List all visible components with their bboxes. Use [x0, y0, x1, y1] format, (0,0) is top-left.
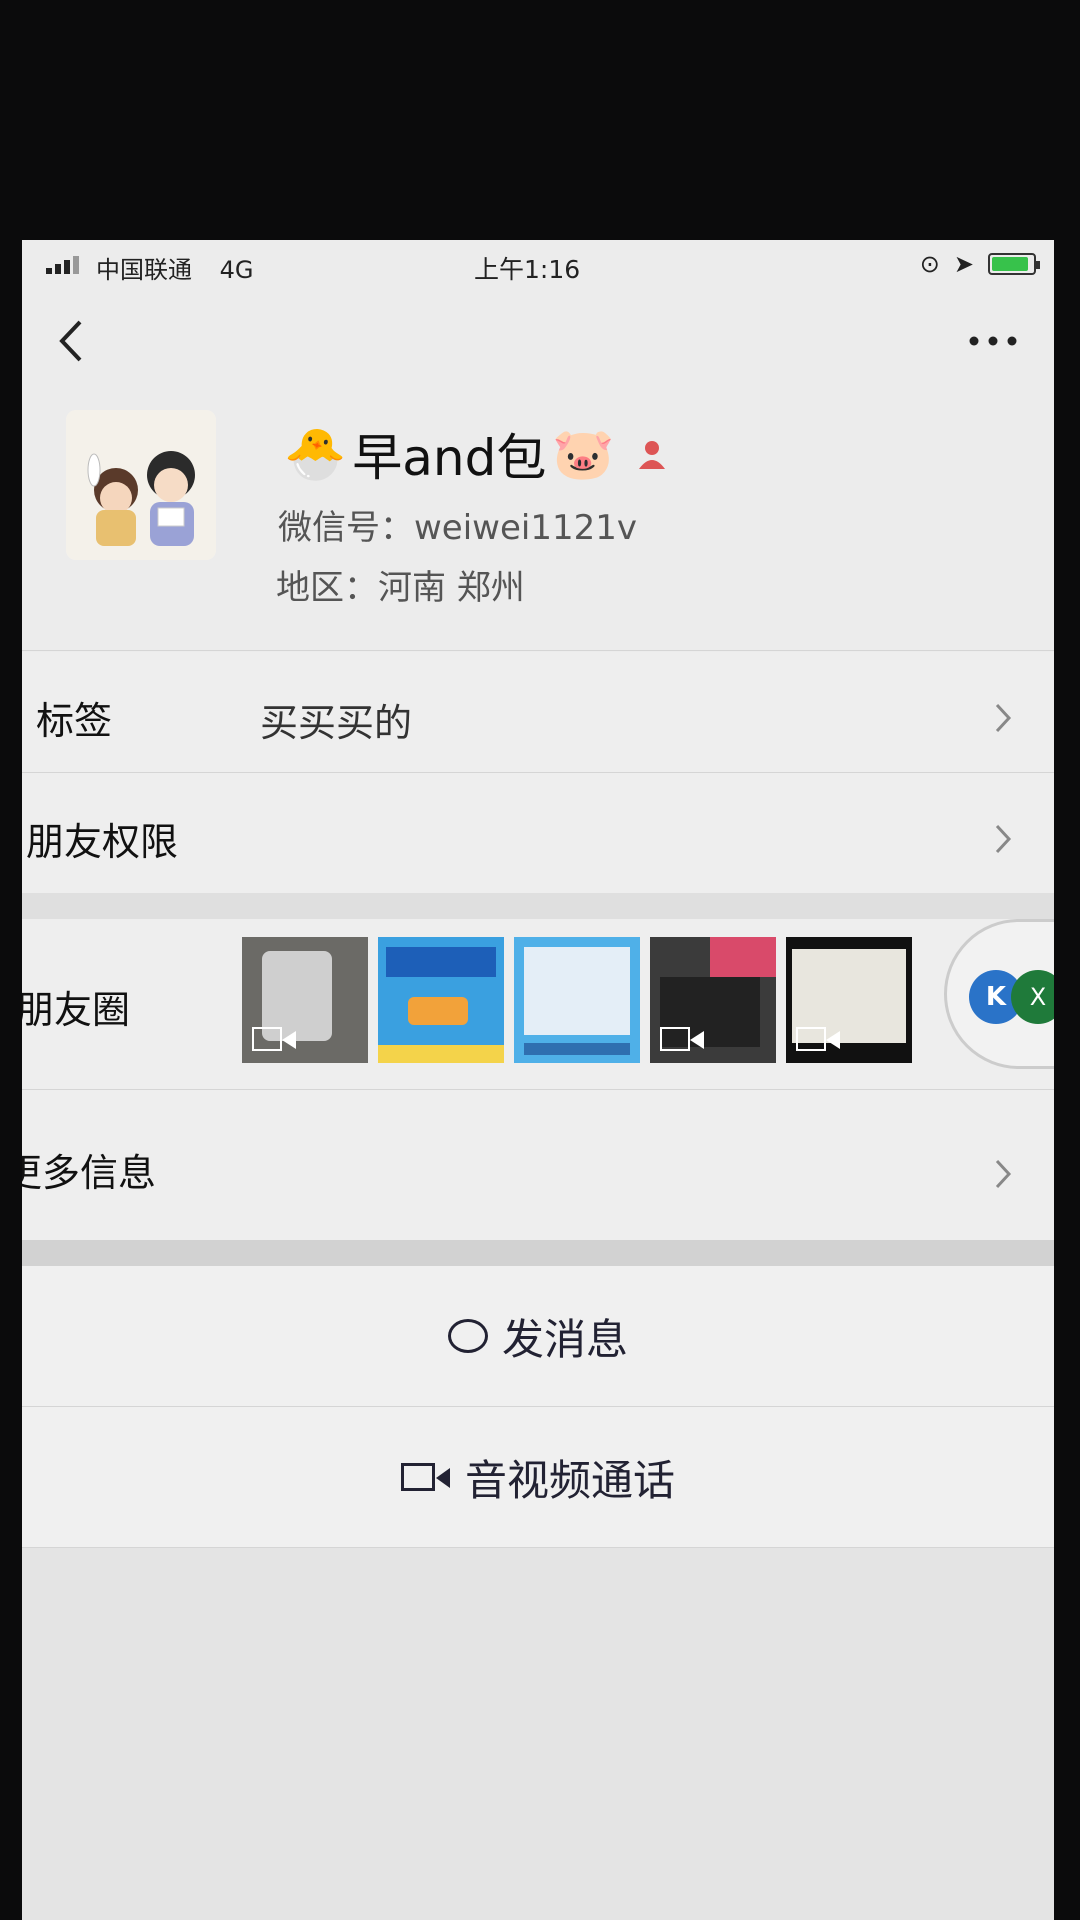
back-button[interactable]	[56, 318, 86, 372]
carrier-label: 中国联通 4G	[96, 250, 254, 285]
moments-label: 朋友圈	[22, 988, 131, 1032]
chevron-left-icon	[59, 320, 82, 362]
send-message-button[interactable]: 发消息	[22, 1266, 1054, 1406]
region: 地区：河南 郑州	[276, 560, 525, 609]
more-info-row[interactable]: 更多信息	[22, 1090, 1054, 1240]
video-icon	[252, 1027, 296, 1051]
nav-bar	[22, 300, 1054, 390]
person-icon	[638, 441, 665, 469]
chick-emoji: 🐣	[284, 424, 347, 483]
video-call-button[interactable]: 音视频通话	[22, 1407, 1054, 1547]
region-value: 河南 郑州	[378, 568, 525, 608]
rotation-lock-icon: ⊙	[919, 250, 940, 278]
moment-thumb	[786, 937, 912, 1063]
location-icon: ➤	[953, 250, 974, 278]
moment-thumb	[650, 937, 776, 1063]
chat-bubble-icon	[447, 1319, 488, 1353]
more-info-label: 更多信息	[22, 1151, 157, 1195]
video-icon	[660, 1027, 704, 1051]
wechat-id: 微信号：weiwei1121v	[278, 500, 637, 549]
moments-row[interactable]: 朋友圈 K X	[22, 919, 1054, 1089]
carrier-name: 中国联通	[96, 256, 192, 284]
friend-permissions-row[interactable]: 朋友权限	[22, 773, 1054, 893]
video-camera-icon	[400, 1463, 450, 1491]
section-gap	[22, 1240, 1054, 1266]
divider	[22, 650, 1054, 651]
permissions-label: 朋友权限	[26, 820, 179, 864]
status-bar: 中国联通 4G 上午1:16 ⊙ ➤	[22, 240, 1054, 290]
wechat-id-label: 微信号：	[278, 508, 414, 548]
wechat-id-value: weiwei1121v	[414, 508, 637, 548]
status-icons: ⊙ ➤	[919, 250, 1040, 278]
more-dots-icon	[969, 336, 1017, 346]
phone-screen: 中国联通 4G 上午1:16 ⊙ ➤ 🐣 早and包 🐷 微信号：weiwei1…	[22, 240, 1054, 1920]
video-icon	[796, 1027, 840, 1051]
moment-thumb	[242, 937, 368, 1063]
status-time: 上午1:16	[474, 255, 581, 284]
avatar-illustration	[66, 410, 216, 560]
moment-thumb	[514, 937, 640, 1063]
video-call-label: 音视频通话	[464, 1455, 675, 1505]
bottom-empty-area	[22, 1548, 1054, 1920]
battery-icon	[988, 253, 1040, 275]
section-gap	[22, 893, 1054, 919]
profile-header: 🐣 早and包 🐷 微信号：weiwei1121v 地区：河南 郑州	[22, 390, 1054, 640]
tags-value: 买买买的	[260, 701, 413, 745]
chevron-right-icon	[995, 1159, 1012, 1189]
signal-icon	[46, 256, 79, 274]
chevron-right-icon	[995, 703, 1012, 733]
nickname: 🐣 早and包 🐷	[284, 418, 669, 490]
more-button[interactable]	[968, 320, 1018, 355]
chevron-right-icon	[995, 824, 1012, 854]
network-type: 4G	[219, 256, 254, 284]
moment-thumb	[378, 937, 504, 1063]
floating-window-pill[interactable]: K X	[944, 919, 1054, 1069]
tags-row[interactable]: 标签 买买买的	[22, 652, 1054, 772]
nickname-text: 早and包	[352, 429, 547, 487]
tags-label: 标签	[36, 699, 113, 743]
avatar[interactable]	[66, 410, 216, 560]
region-label: 地区：	[276, 568, 378, 608]
send-message-label: 发消息	[501, 1314, 628, 1364]
moments-thumbnails	[242, 937, 912, 1063]
close-x-icon[interactable]: X	[1011, 970, 1054, 1024]
pig-emoji: 🐷	[552, 424, 615, 483]
